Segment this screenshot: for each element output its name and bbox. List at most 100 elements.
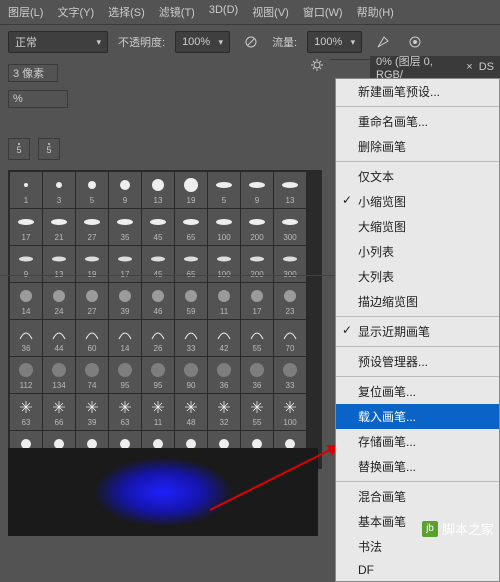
menu-item[interactable]: 文字(Y) (57, 4, 94, 20)
brush-preset[interactable]: 9 (241, 172, 273, 208)
brush-preset[interactable]: 65 (175, 246, 207, 282)
menu-item[interactable]: 复位画笔... (336, 379, 499, 404)
airbrush-icon[interactable] (372, 31, 394, 53)
brush-preset[interactable]: 19 (175, 172, 207, 208)
brush-preset[interactable]: 26 (142, 320, 174, 356)
menu-item[interactable]: 载入画笔... (336, 404, 499, 429)
brush-preset[interactable]: 36 (241, 357, 273, 393)
brush-preset[interactable]: 112 (10, 357, 42, 393)
brush-preset[interactable]: 9 (10, 246, 42, 282)
brush-preset[interactable]: 21 (43, 209, 75, 245)
brush-preset[interactable]: 35 (109, 209, 141, 245)
menu-item[interactable]: 小缩览图 (336, 189, 499, 214)
brush-preset[interactable]: 13 (142, 172, 174, 208)
menu-item[interactable]: 滤镜(T) (159, 4, 195, 20)
brush-preset[interactable]: 45 (142, 209, 174, 245)
brush-preset[interactable]: 95 (142, 357, 174, 393)
menu-item[interactable]: 存储画笔... (336, 429, 499, 454)
brush-preset[interactable]: 46 (142, 283, 174, 319)
preset-tile[interactable]: 5 (38, 138, 60, 160)
menu-item[interactable]: 混合画笔 (336, 484, 499, 509)
brush-preset[interactable]: 74 (76, 357, 108, 393)
brush-preset[interactable]: 59 (175, 283, 207, 319)
menu-item[interactable]: 小列表 (336, 239, 499, 264)
brush-preset[interactable]: 90 (175, 357, 207, 393)
brush-preset[interactable]: 23 (274, 283, 306, 319)
brush-preset[interactable]: 5 (208, 172, 240, 208)
brush-preset[interactable]: 32 (208, 394, 240, 430)
gear-icon[interactable] (310, 58, 324, 75)
blend-mode-dropdown[interactable]: 正常 ▾ (8, 31, 108, 53)
menu-item[interactable]: 重命名画笔... (336, 109, 499, 134)
opacity-input[interactable]: 100% ▾ (175, 31, 230, 53)
brush-preset[interactable]: 39 (76, 394, 108, 430)
pressure-opacity-icon[interactable] (240, 31, 262, 53)
brush-preset[interactable]: 200 (241, 209, 273, 245)
menu-item[interactable]: DF (336, 559, 499, 581)
brush-preset[interactable]: 17 (241, 283, 273, 319)
menu-item[interactable]: 选择(S) (108, 4, 145, 20)
brush-preset[interactable]: 3 (43, 172, 75, 208)
brush-preset[interactable]: 200 (241, 246, 273, 282)
brush-preset[interactable]: 11 (142, 394, 174, 430)
brush-preset[interactable]: 17 (10, 209, 42, 245)
brush-preset[interactable]: 55 (241, 394, 273, 430)
brush-preset[interactable]: 11 (208, 283, 240, 319)
menu-item[interactable]: 图层(L) (8, 4, 43, 20)
close-icon[interactable]: × (466, 61, 472, 73)
brush-preset[interactable]: 70 (274, 320, 306, 356)
flow-input[interactable]: 100% ▾ (307, 31, 362, 53)
brush-preset[interactable]: 100 (208, 209, 240, 245)
menu-item[interactable]: 描边缩览图 (336, 289, 499, 314)
menu-item[interactable]: 大列表 (336, 264, 499, 289)
brush-preset[interactable]: 36 (208, 357, 240, 393)
brush-preset[interactable]: 9 (109, 172, 141, 208)
brush-preset[interactable]: 95 (109, 357, 141, 393)
brush-preset[interactable]: 36 (10, 320, 42, 356)
hardness-field[interactable]: % (8, 90, 68, 108)
brush-preset[interactable]: 27 (76, 209, 108, 245)
brush-preset[interactable]: 42 (208, 320, 240, 356)
brush-preset[interactable]: 134 (43, 357, 75, 393)
brush-preset[interactable]: 300 (274, 209, 306, 245)
brush-preset[interactable]: 63 (109, 394, 141, 430)
brush-preset[interactable]: 33 (175, 320, 207, 356)
brush-preset[interactable]: 100 (208, 246, 240, 282)
brush-preset[interactable]: 300 (274, 246, 306, 282)
brush-preset[interactable]: 39 (109, 283, 141, 319)
brush-preset[interactable]: 1 (10, 172, 42, 208)
brush-preset[interactable]: 13 (43, 246, 75, 282)
brush-preset[interactable]: 27 (76, 283, 108, 319)
brush-preset[interactable]: 66 (43, 394, 75, 430)
brush-preset[interactable]: 63 (10, 394, 42, 430)
menu-item[interactable]: 预设管理器... (336, 349, 499, 374)
brush-preset[interactable]: 44 (43, 320, 75, 356)
brush-preset[interactable]: 17 (109, 246, 141, 282)
brush-size-field[interactable]: 3 像素 (8, 64, 58, 82)
document-tab[interactable]: 0% (图层 0, RGB/ × DS (370, 56, 500, 78)
brush-preset[interactable]: 100 (274, 394, 306, 430)
menu-item[interactable]: 帮助(H) (357, 4, 394, 20)
menu-item[interactable]: 3D(D) (209, 4, 238, 20)
menu-item[interactable]: 窗口(W) (303, 4, 343, 20)
brush-preset[interactable]: 60 (76, 320, 108, 356)
brush-preset[interactable]: 45 (142, 246, 174, 282)
brush-preset[interactable]: 48 (175, 394, 207, 430)
brush-preset[interactable]: 33 (274, 357, 306, 393)
menu-item[interactable]: 替换画笔... (336, 454, 499, 479)
brush-preset[interactable]: 55 (241, 320, 273, 356)
menu-item[interactable]: 显示近期画笔 (336, 319, 499, 344)
brush-preset[interactable]: 14 (109, 320, 141, 356)
preset-tile[interactable]: 5 (8, 138, 30, 160)
brush-preset[interactable]: 5 (76, 172, 108, 208)
menu-item[interactable]: 视图(V) (252, 4, 289, 20)
brush-preset[interactable]: 65 (175, 209, 207, 245)
brush-preset[interactable]: 14 (10, 283, 42, 319)
brush-preset[interactable]: 13 (274, 172, 306, 208)
brush-preset[interactable]: 24 (43, 283, 75, 319)
menu-item[interactable]: 仅文本 (336, 164, 499, 189)
menu-item[interactable]: 大缩览图 (336, 214, 499, 239)
menu-item[interactable]: 新建画笔预设... (336, 79, 499, 104)
pressure-size-icon[interactable] (404, 31, 426, 53)
menu-item[interactable]: 删除画笔 (336, 134, 499, 159)
